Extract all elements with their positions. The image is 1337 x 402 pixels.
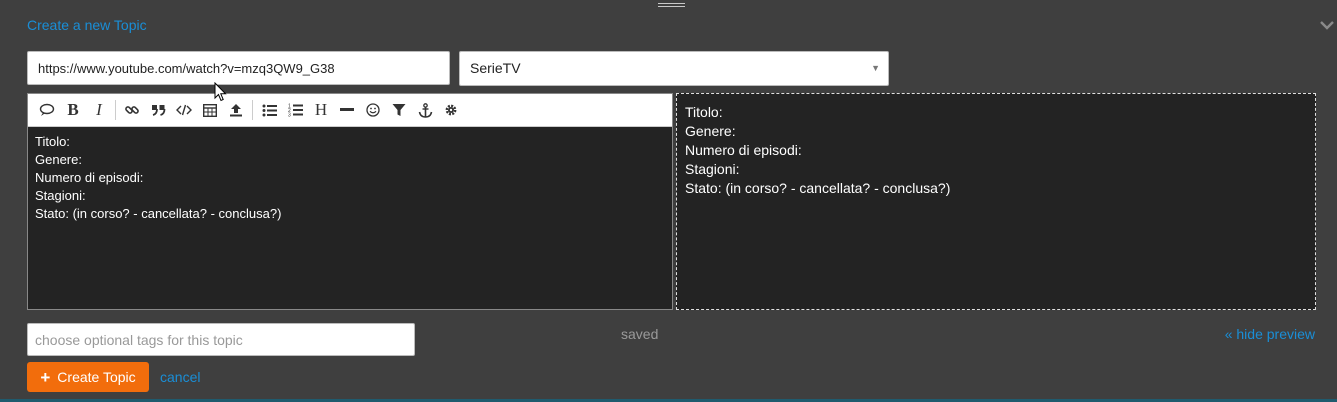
code-icon[interactable] — [171, 98, 197, 122]
filter-icon[interactable] — [386, 98, 412, 122]
quote-icon[interactable] — [34, 98, 60, 122]
hide-preview-link[interactable]: « hide preview — [1225, 326, 1315, 342]
markdown-editor[interactable]: B I 123 H Titolo: Genere: Numero di epis… — [27, 93, 673, 310]
preview-line: Stagioni: — [685, 161, 740, 177]
horizontal-rule-icon[interactable] — [334, 98, 360, 122]
italic-icon[interactable]: I — [86, 98, 112, 122]
preview-line: Stato: (in corso? - cancellata? - conclu… — [685, 180, 951, 196]
mouse-pointer-icon — [214, 81, 228, 102]
create-topic-label: Create Topic — [57, 369, 136, 385]
create-topic-button[interactable]: + Create Topic — [27, 362, 149, 392]
toolbar-separator — [115, 100, 116, 120]
link-icon[interactable] — [119, 98, 145, 122]
resize-grip[interactable] — [658, 3, 685, 7]
numbered-list-icon[interactable]: 123 — [282, 98, 308, 122]
preview-line: Numero di episodi: — [685, 142, 802, 158]
category-select-value: SerieTV — [470, 60, 521, 76]
heading-icon[interactable]: H — [308, 98, 334, 122]
tags-input[interactable] — [27, 323, 415, 356]
caret-down-icon: ▼ — [871, 63, 880, 73]
create-topic-title-link[interactable]: Create a new Topic — [27, 17, 147, 33]
editor-toolbar: B I 123 H — [28, 94, 672, 127]
category-select[interactable]: SerieTV ▼ — [459, 51, 889, 86]
gear-icon[interactable] — [438, 98, 464, 122]
emoji-icon[interactable] — [360, 98, 386, 122]
markdown-preview: Titolo: Genere: Numero di episodi: Stagi… — [676, 93, 1316, 310]
bold-icon[interactable]: B — [60, 98, 86, 122]
svg-text:3: 3 — [288, 113, 291, 118]
plus-icon: + — [40, 367, 51, 387]
topic-url-input[interactable] — [27, 51, 450, 85]
bullet-list-icon[interactable] — [256, 98, 282, 122]
preview-line: Titolo: — [685, 104, 723, 120]
editor-textarea[interactable]: Titolo: Genere: Numero di episodi: Stagi… — [28, 127, 672, 310]
cancel-link[interactable]: cancel — [160, 369, 200, 385]
toolbar-separator — [252, 100, 253, 120]
anchor-icon[interactable] — [412, 98, 438, 122]
blockquote-icon[interactable] — [145, 98, 171, 122]
chevron-down-icon[interactable] — [1318, 16, 1336, 34]
preview-line: Genere: — [685, 123, 736, 139]
save-status: saved — [621, 326, 659, 342]
